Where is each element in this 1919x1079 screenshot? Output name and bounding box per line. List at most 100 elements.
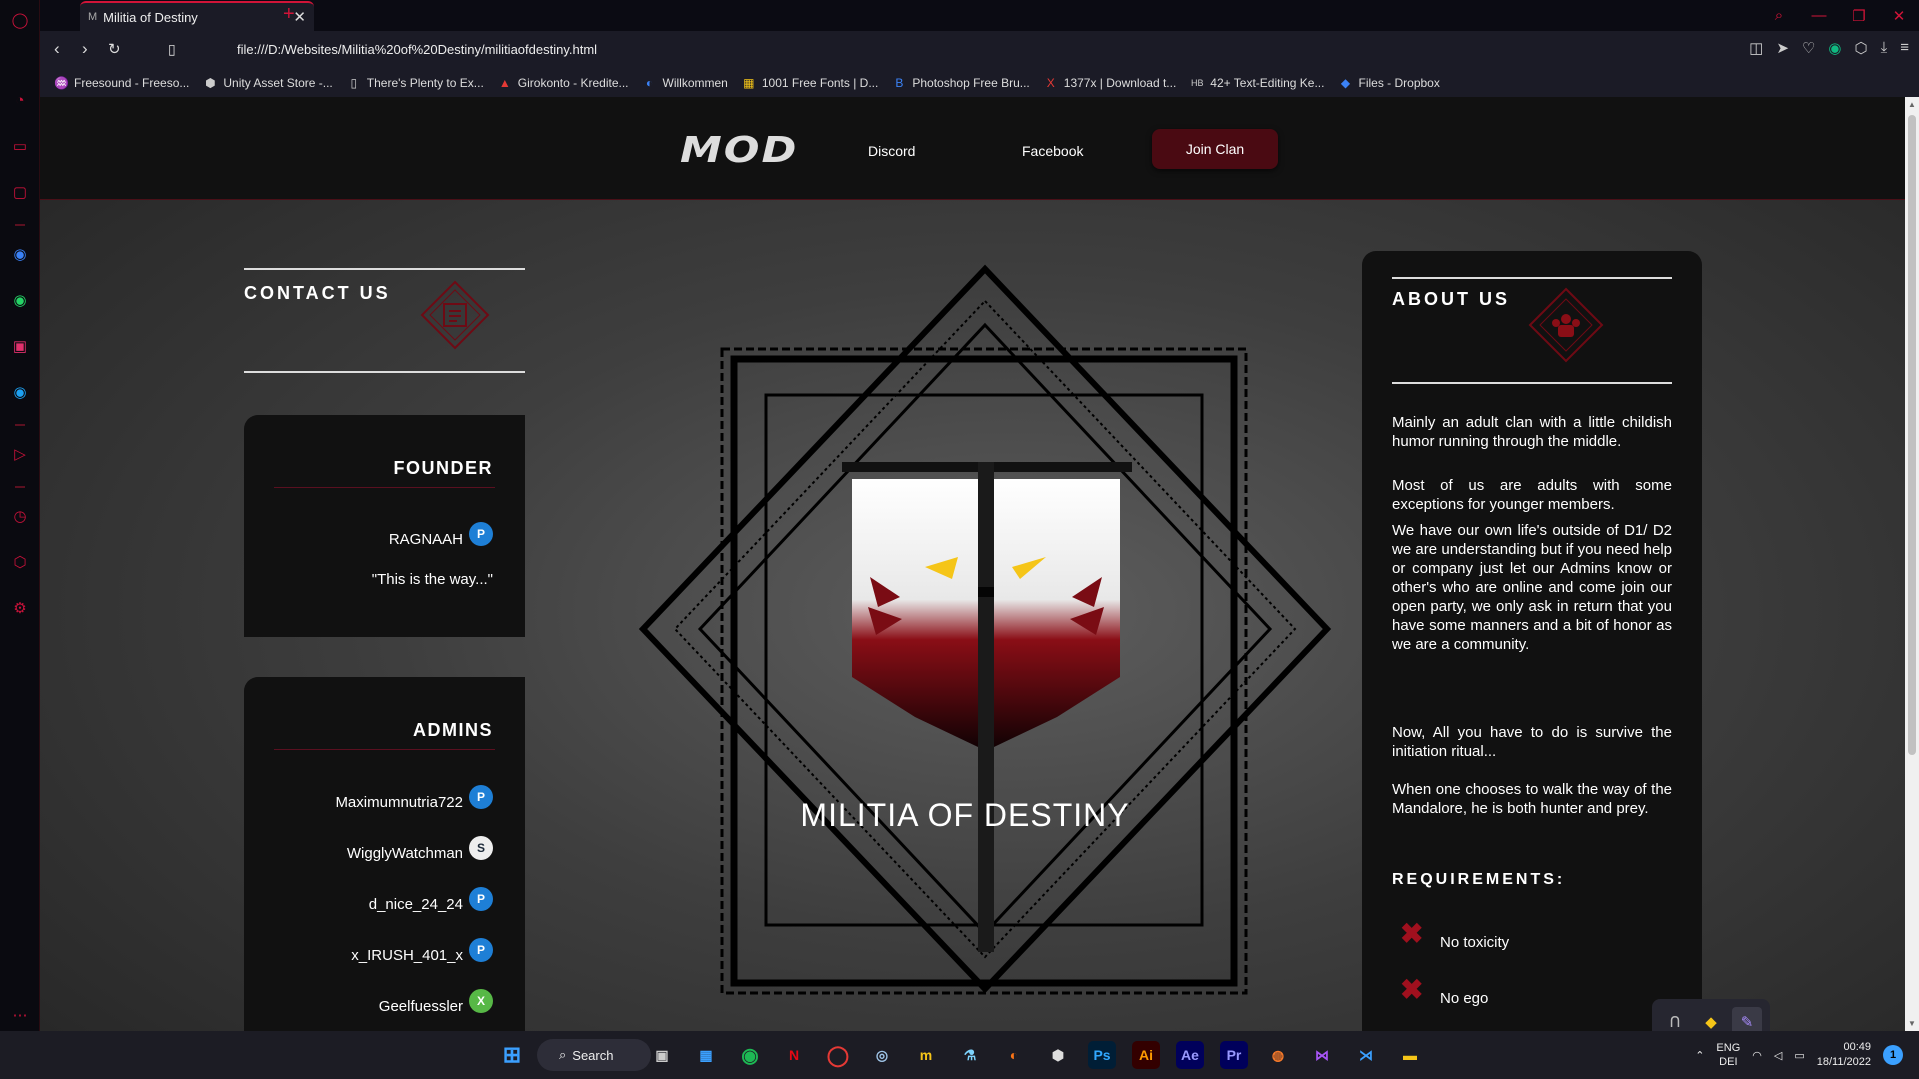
chevron-up-icon[interactable]: ⌃: [1695, 1049, 1704, 1062]
admin-member: Geelfuessler X: [378, 988, 493, 1015]
scroll-down-icon[interactable]: ▼: [1908, 1019, 1916, 1028]
extensions-icon[interactable]: ⬡: [1854, 39, 1867, 57]
clock[interactable]: 00:49 18/11/2022: [1817, 1040, 1871, 1070]
scroll-up-icon[interactable]: ▲: [1908, 100, 1916, 109]
bookmark-willkommen[interactable]: ◐ Willkommen: [643, 76, 728, 90]
illustrator-icon[interactable]: Ai: [1132, 1041, 1160, 1069]
flask-icon[interactable]: ⚗: [956, 1041, 984, 1069]
bookmark-photoshop-brushes[interactable]: B Photoshop Free Bru...: [892, 76, 1029, 90]
notifications-badge[interactable]: 1: [1883, 1045, 1903, 1065]
tab-militia-of-destiny[interactable]: M Militia of Destiny ✕: [80, 1, 314, 31]
contact-emblem-icon[interactable]: [420, 280, 490, 350]
tray-pen-icon[interactable]: ✎: [1732, 1007, 1762, 1031]
blender-icon[interactable]: ◍: [1264, 1041, 1292, 1069]
bookmark-fonts[interactable]: ▦ 1001 Free Fonts | D...: [742, 76, 878, 90]
bookmark-plenty[interactable]: ▯ There's Plenty to Ex...: [347, 76, 483, 90]
new-tab-button[interactable]: +: [283, 3, 295, 26]
search-tabs-icon[interactable]: ⌕: [1759, 0, 1799, 31]
nav-discord-link[interactable]: Discord: [868, 143, 915, 159]
about-paragraph: We have our own life's outside of D1/ D2…: [1392, 522, 1672, 653]
instagram-icon[interactable]: ▣: [10, 336, 30, 356]
player-icon[interactable]: ▷: [10, 444, 30, 464]
vscode-icon[interactable]: ⋊: [1352, 1041, 1380, 1069]
shopping-bag-icon[interactable]: ▭: [10, 136, 30, 156]
snapshot-icon[interactable]: ◫: [1749, 39, 1763, 57]
opera-logo-icon[interactable]: ◯: [10, 10, 30, 30]
playstation-icon: P: [469, 784, 493, 809]
profile-avatar-icon[interactable]: ◉: [1828, 39, 1841, 57]
join-clan-button[interactable]: Join Clan: [1152, 129, 1278, 169]
founder-card: FOUNDER RAGNAAH P "This is the way...": [244, 415, 525, 637]
downloads-icon[interactable]: ⤓: [1881, 39, 1888, 57]
file-explorer-icon[interactable]: ▬: [1396, 1041, 1424, 1069]
opera-icon[interactable]: ◯: [824, 1041, 852, 1069]
requirements-title: REQUIREMENTS:: [1392, 871, 1566, 888]
tray-security-icon[interactable]: ◆: [1696, 1007, 1726, 1031]
settings-gear-icon[interactable]: ⚙: [10, 598, 30, 618]
page-info-icon[interactable]: ▯: [168, 41, 176, 58]
playstation-icon: P: [469, 521, 493, 546]
bookmark-unity[interactable]: ⬢ Unity Asset Store -...: [203, 76, 333, 90]
founder-member: RAGNAAH P: [389, 521, 493, 548]
admin-name: Maximumnutria722: [335, 794, 463, 811]
site-logo[interactable]: MOD: [680, 129, 798, 171]
battery-icon[interactable]: ▭: [1794, 1049, 1804, 1062]
url-input[interactable]: file:///D:/Websites/Militia%20of%20Desti…: [237, 42, 597, 57]
volume-icon[interactable]: ◁: [1774, 1049, 1782, 1062]
netflix-icon[interactable]: N: [780, 1041, 808, 1069]
admin-member: Maximumnutria722 P: [335, 784, 493, 811]
steam-icon[interactable]: ◎: [868, 1041, 896, 1069]
spotify-icon[interactable]: ◉: [736, 1041, 764, 1069]
close-tab-icon[interactable]: ✕: [293, 8, 306, 26]
reload-icon[interactable]: ↻: [108, 40, 121, 58]
waveform-icon: ♒: [54, 76, 69, 90]
contact-title: CONTACT US: [244, 283, 391, 303]
clan-emblem: MILITIA OF DESTINY: [580, 247, 1350, 1007]
visual-studio-icon[interactable]: ⋈: [1308, 1041, 1336, 1069]
heart-icon[interactable]: ♡: [1802, 39, 1815, 57]
messenger-icon[interactable]: ◉: [10, 244, 30, 264]
founder-title: FOUNDER: [393, 458, 493, 478]
page-scrollbar[interactable]: ▲ ▼: [1905, 97, 1919, 1031]
tray-app-icon[interactable]: ᑎ: [1660, 1007, 1690, 1031]
back-icon[interactable]: ‹: [54, 39, 60, 59]
twitch-icon[interactable]: ▢: [10, 182, 30, 202]
about-title: ABOUT US: [1392, 289, 1510, 309]
whatsapp-icon[interactable]: ◉: [10, 290, 30, 310]
forward-icon[interactable]: ›: [82, 39, 88, 59]
opera-sidebar: ◯ ◔ ▭ ▢ ◉ ◉ ▣ ◉ ▷ ◷ ⬡ ⚙ ⋯: [0, 0, 40, 1031]
founder-divider: [274, 487, 495, 488]
language-indicator[interactable]: ENG DEI: [1716, 1041, 1740, 1069]
easy-setup-icon[interactable]: ≡: [1900, 39, 1909, 57]
minimize-button[interactable]: —: [1799, 0, 1839, 31]
twitter-icon[interactable]: ◉: [10, 382, 30, 402]
wifi-icon[interactable]: ◠: [1752, 1049, 1762, 1062]
task-view-icon[interactable]: ▣: [648, 1041, 676, 1069]
windows-taskbar: ⊞ ⌕ Search ▣ ▦ ◉ N ◯ ◎ m ⚗ ◐ ⬢ Ps Ai Ae …: [0, 1031, 1919, 1079]
start-windows-icon[interactable]: ⊞: [498, 1041, 526, 1069]
send-icon[interactable]: ➤: [1776, 39, 1789, 57]
extensions-cube-icon[interactable]: ⬡: [10, 552, 30, 572]
admin-name: Geelfuessler: [378, 998, 463, 1015]
miro-icon[interactable]: m: [912, 1041, 940, 1069]
bookmark-freesound[interactable]: ♒ Freesound - Freeso...: [54, 76, 189, 90]
after-effects-icon[interactable]: Ae: [1176, 1041, 1204, 1069]
bookmark-1377x[interactable]: X 1377x | Download t...: [1044, 76, 1177, 90]
bookmark-girokonto[interactable]: ▲ Girokonto - Kredite...: [498, 76, 629, 90]
unity-hub-icon[interactable]: ⬢: [1044, 1041, 1072, 1069]
scrollbar-thumb[interactable]: [1908, 115, 1916, 755]
premiere-icon[interactable]: Pr: [1220, 1041, 1248, 1069]
window-controls: ⌕ — ❐ ✕: [1759, 0, 1919, 31]
app-icon[interactable]: ◐: [1000, 1041, 1028, 1069]
nav-facebook-link[interactable]: Facebook: [1022, 143, 1083, 159]
restore-button[interactable]: ❐: [1839, 0, 1879, 31]
taskbar-search[interactable]: ⌕ Search: [537, 1039, 651, 1071]
more-icon[interactable]: ⋯: [10, 1005, 30, 1025]
close-window-button[interactable]: ✕: [1879, 0, 1919, 31]
bookmark-text-editing[interactable]: HB 42+ Text-Editing Ke...: [1190, 76, 1324, 90]
photoshop-icon[interactable]: Ps: [1088, 1041, 1116, 1069]
speed-dial-icon[interactable]: ◔: [10, 90, 30, 110]
history-icon[interactable]: ◷: [10, 506, 30, 526]
bookmark-dropbox[interactable]: ◆ Files - Dropbox: [1338, 76, 1440, 90]
store-icon[interactable]: ▦: [692, 1041, 720, 1069]
